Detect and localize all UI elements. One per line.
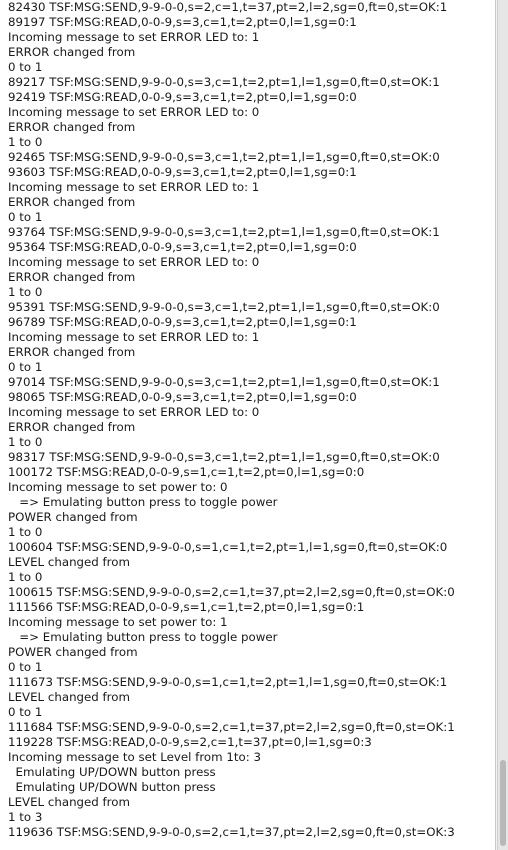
console-line: 1 to 3 (8, 810, 43, 824)
console-line: 0 to 1 (8, 360, 43, 374)
console-line: 92419 TSF:MSG:READ,0-0-9,s=3,c=1,t=2,pt=… (8, 90, 357, 104)
console-line: Incoming message to set power to: 1 (8, 615, 228, 629)
console-line: ERROR changed from (8, 45, 136, 59)
console-line: 97014 TSF:MSG:SEND,9-9-0-0,s=3,c=1,t=2,p… (8, 375, 440, 389)
console-line: Incoming message to set ERROR LED to: 0 (8, 405, 260, 419)
console-line: 0 to 1 (8, 705, 43, 719)
console-line: LEVEL changed from (8, 690, 130, 704)
console-line: Incoming message to set power to: 0 (8, 480, 228, 494)
console-line: Incoming message to set Level from 1to: … (8, 750, 261, 764)
console-line: Incoming message to set ERROR LED to: 1 (8, 180, 260, 194)
console-line: 100604 TSF:MSG:SEND,9-9-0-0,s=1,c=1,t=2,… (8, 540, 448, 554)
console-line: 111566 TSF:MSG:READ,0-0-9,s=1,c=1,t=2,pt… (8, 600, 365, 614)
console-line: 98317 TSF:MSG:SEND,9-9-0-0,s=3,c=1,t=2,p… (8, 450, 440, 464)
console-line: 100615 TSF:MSG:SEND,9-9-0-0,s=2,c=1,t=37… (8, 585, 455, 599)
console-line: 95364 TSF:MSG:READ,0-0-9,s=3,c=1,t=2,pt=… (8, 240, 357, 254)
scrollbar-thumb[interactable] (500, 760, 506, 846)
console-line: 95391 TSF:MSG:SEND,9-9-0-0,s=3,c=1,t=2,p… (8, 300, 440, 314)
console-line: 119228 TSF:MSG:READ,0-0-9,s=2,c=1,t=37,p… (8, 735, 372, 749)
serial-monitor-output[interactable]: 82430 TSF:MSG:SEND,9-9-0-0,s=2,c=1,t=37,… (0, 0, 496, 850)
console-line: Emulating UP/DOWN button press (8, 780, 216, 794)
console-line: 1 to 0 (8, 570, 43, 584)
console-line: 1 to 0 (8, 135, 43, 149)
console-line: ERROR changed from (8, 345, 136, 359)
console-line: ERROR changed from (8, 120, 136, 134)
console-line: => Emulating button press to toggle powe… (8, 495, 278, 509)
console-line: 98065 TSF:MSG:READ,0-0-9,s=3,c=1,t=2,pt=… (8, 390, 357, 404)
vertical-scrollbar[interactable] (497, 0, 508, 850)
console-line: 92465 TSF:MSG:SEND,9-9-0-0,s=3,c=1,t=2,p… (8, 150, 440, 164)
console-line: Incoming message to set ERROR LED to: 1 (8, 30, 260, 44)
console-line: Incoming message to set ERROR LED to: 0 (8, 255, 260, 269)
console-line: 1 to 0 (8, 525, 43, 539)
console-line: 93764 TSF:MSG:SEND,9-9-0-0,s=3,c=1,t=2,p… (8, 225, 440, 239)
console-line: POWER changed from (8, 510, 138, 524)
console-line: 82430 TSF:MSG:SEND,9-9-0-0,s=2,c=1,t=37,… (8, 0, 448, 14)
console-line: ERROR changed from (8, 420, 136, 434)
console-line: 100172 TSF:MSG:READ,0-0-9,s=1,c=1,t=2,pt… (8, 465, 365, 479)
console-line: 96789 TSF:MSG:READ,0-0-9,s=3,c=1,t=2,pt=… (8, 315, 357, 329)
console-line: 0 to 1 (8, 210, 43, 224)
console-line: Emulating UP/DOWN button press (8, 765, 216, 779)
console-line: 0 to 1 (8, 660, 43, 674)
console-line: Incoming message to set ERROR LED to: 0 (8, 105, 260, 119)
console-line: 111673 TSF:MSG:SEND,9-9-0-0,s=1,c=1,t=2,… (8, 675, 448, 689)
console-line: => Emulating button press to toggle powe… (8, 630, 278, 644)
console-line: 111684 TSF:MSG:SEND,9-9-0-0,s=2,c=1,t=37… (8, 720, 455, 734)
console-line: POWER changed from (8, 645, 138, 659)
console-line: 119636 TSF:MSG:SEND,9-9-0-0,s=2,c=1,t=37… (8, 825, 455, 839)
console-line: 89197 TSF:MSG:READ,0-0-9,s=3,c=1,t=2,pt=… (8, 15, 357, 29)
console-line: LEVEL changed from (8, 795, 130, 809)
console-line: 93603 TSF:MSG:READ,0-0-9,s=3,c=1,t=2,pt=… (8, 165, 357, 179)
console-line: LEVEL changed from (8, 555, 130, 569)
console-line: ERROR changed from (8, 195, 136, 209)
console-line: 1 to 0 (8, 285, 43, 299)
console-line: 1 to 0 (8, 435, 43, 449)
console-line: 0 to 1 (8, 60, 43, 74)
console-line: ERROR changed from (8, 270, 136, 284)
console-line: Incoming message to set ERROR LED to: 1 (8, 330, 260, 344)
console-line: 89217 TSF:MSG:SEND,9-9-0-0,s=3,c=1,t=2,p… (8, 75, 440, 89)
